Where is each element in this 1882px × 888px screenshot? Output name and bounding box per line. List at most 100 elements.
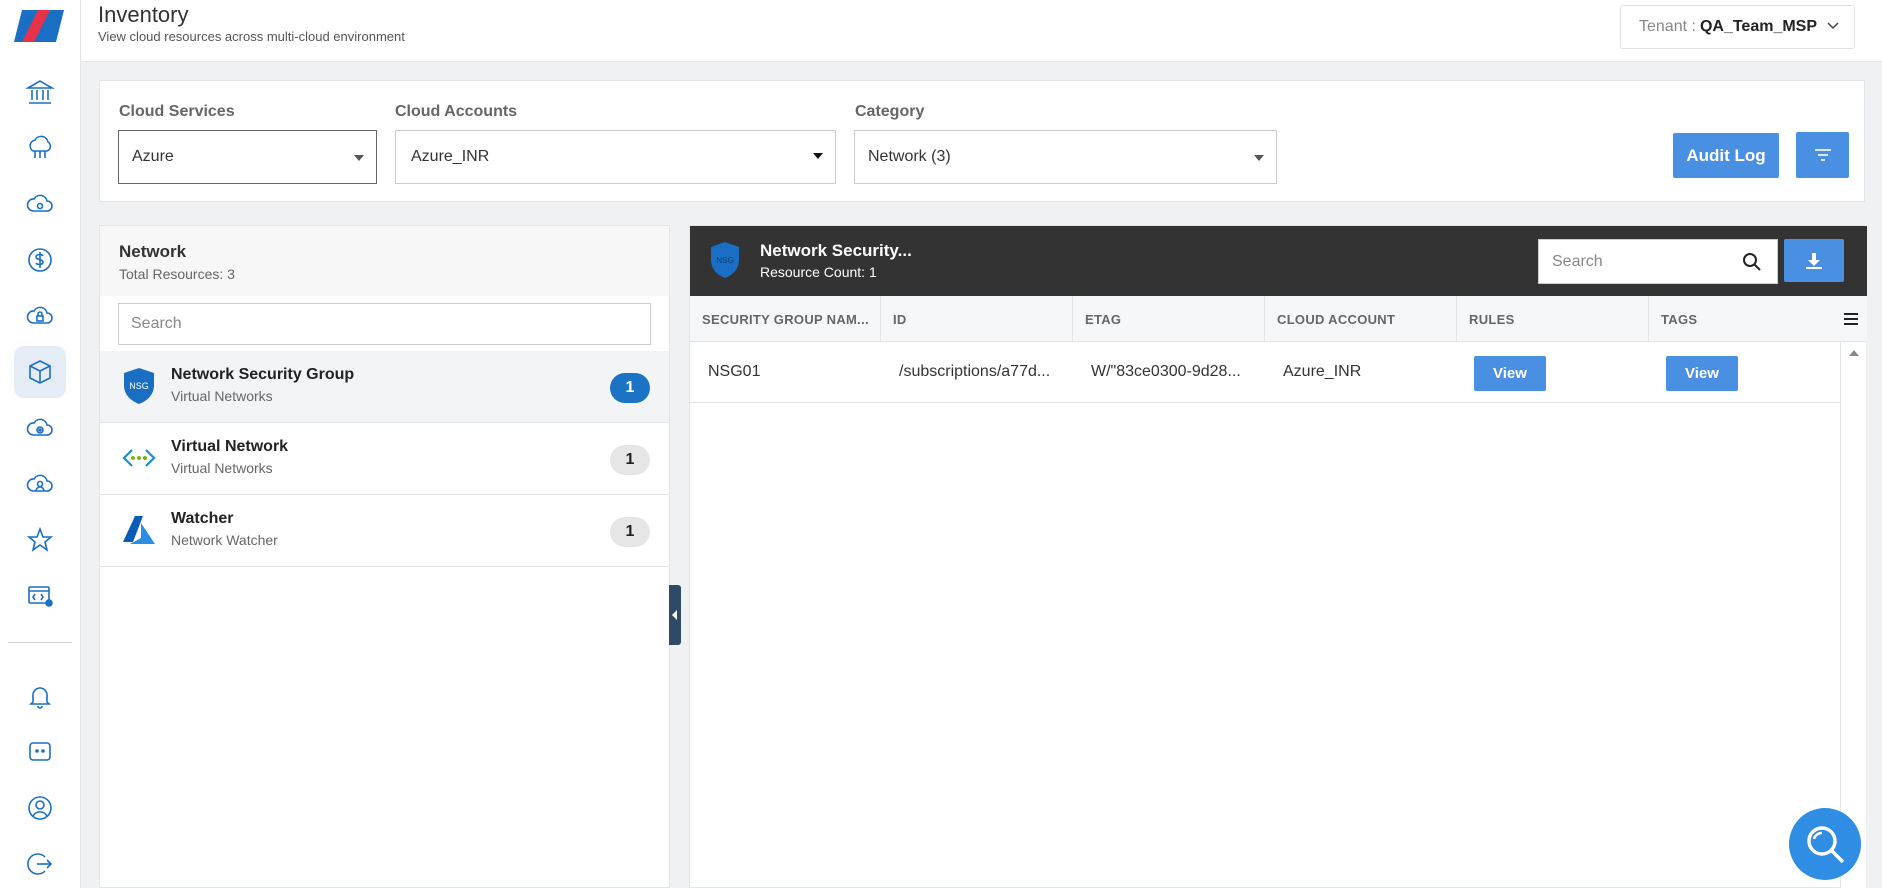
table-header: SECURITY GROUP NAM... ID ETAG CLOUD ACCO… <box>690 296 1867 342</box>
cell-name: NSG01 <box>708 363 761 380</box>
view-rules-button[interactable]: View <box>1474 356 1546 391</box>
audit-log-button[interactable]: Audit Log <box>1673 133 1779 178</box>
category-label: Category <box>855 103 925 120</box>
nav-cloud[interactable] <box>14 178 66 230</box>
cloud-accounts-select[interactable]: Azure_INR <box>395 130 836 184</box>
resource-name: Virtual Network <box>171 438 289 455</box>
scroll-up-arrow-icon[interactable] <box>1849 350 1859 356</box>
cloud-services-value: Azure <box>132 148 174 165</box>
cloud-lock-icon <box>26 306 53 324</box>
nav-cloud-users[interactable] <box>14 458 66 510</box>
nav-notifications[interactable] <box>14 670 66 722</box>
table-row[interactable]: NSG01 /subscriptions/a77d... W/"83ce0300… <box>690 342 1840 403</box>
nav-cloud-settings[interactable] <box>14 402 66 454</box>
column-header[interactable]: ETAG <box>1073 296 1265 342</box>
column-header[interactable]: SECURITY GROUP NAM... <box>690 296 881 342</box>
chevron-down-icon <box>1827 22 1839 30</box>
resource-detail-title: Network Security... <box>760 241 912 260</box>
resource-item-vnet[interactable]: Virtual Network Virtual Networks 1 <box>100 423 669 495</box>
resource-detail-panel: NSG Network Security... Resource Count: … <box>689 225 1867 888</box>
resource-category: Virtual Networks <box>171 388 273 404</box>
resource-count: Resource Count: 1 <box>760 264 877 280</box>
cloud-network-icon <box>29 135 52 158</box>
cloud-accounts-label: Cloud Accounts <box>395 103 518 120</box>
category-value: Network (3) <box>868 148 951 165</box>
filter-panel: Cloud Services Azure Cloud Accounts Azur… <box>99 80 1865 202</box>
logo-icon[interactable] <box>10 8 68 44</box>
nav-cost[interactable] <box>14 234 66 286</box>
nav-logout[interactable] <box>14 838 66 888</box>
resource-type-header: Network Total Resources: 3 <box>100 226 669 296</box>
nav-profile[interactable] <box>14 782 66 834</box>
view-tags-button[interactable]: View <box>1666 356 1738 391</box>
page-subtitle: View cloud resources across multi-cloud … <box>98 29 405 44</box>
resource-category: Network Watcher <box>171 532 278 548</box>
download-button[interactable] <box>1784 239 1844 282</box>
nav-bank[interactable] <box>14 66 66 118</box>
cloud-user-icon <box>26 474 53 492</box>
nsg-shield-icon: NSG <box>124 368 154 404</box>
sidebar-divider <box>8 642 72 643</box>
column-header[interactable]: ID <box>881 296 1073 342</box>
resource-item-nsg[interactable]: NSG Network Security Group Virtual Netwo… <box>100 351 669 423</box>
user-circle-icon <box>28 796 52 820</box>
search-icon <box>1807 826 1845 864</box>
logout-icon <box>27 853 53 875</box>
nav-cloud-security[interactable] <box>14 290 66 342</box>
vertical-scrollbar[interactable] <box>1840 342 1866 888</box>
page-header: Inventory View cloud resources across mu… <box>81 0 1882 62</box>
resource-name: Network Security Group <box>171 366 355 383</box>
column-header[interactable]: RULES <box>1457 296 1649 342</box>
cell-account: Azure_INR <box>1283 363 1362 380</box>
filter-icon <box>1814 149 1831 161</box>
resource-count-badge: 1 <box>610 445 650 475</box>
nav-chat[interactable] <box>14 726 66 778</box>
resource-count-badge: 1 <box>610 517 650 547</box>
column-header[interactable]: TAGS <box>1649 296 1840 342</box>
tenant-selector[interactable]: Tenant : QA_Team_MSP <box>1620 5 1855 49</box>
resource-item-watcher[interactable]: Watcher Network Watcher 1 <box>100 495 669 567</box>
svg-text:NSG: NSG <box>129 381 149 391</box>
column-menu-icon[interactable] <box>1843 311 1859 327</box>
cloud-icon <box>26 194 53 212</box>
cloud-accounts-value: Azure_INR <box>411 148 490 165</box>
download-icon <box>1806 252 1822 269</box>
total-resources: Total Resources: 3 <box>119 266 235 282</box>
page-title: Inventory <box>98 2 189 27</box>
resource-category: Virtual Networks <box>171 460 273 476</box>
search-icon[interactable] <box>1742 252 1762 272</box>
category-select[interactable]: Network (3) <box>854 130 1277 184</box>
nav-inventory[interactable] <box>14 346 66 398</box>
star-icon <box>26 526 54 552</box>
resource-name: Watcher <box>171 510 234 527</box>
tenant-value: QA_Team_MSP <box>1699 18 1818 35</box>
dollar-icon <box>28 248 52 272</box>
caret-down-icon <box>1254 155 1264 161</box>
svg-text:NSG: NSG <box>716 256 733 265</box>
cell-id: /subscriptions/a77d... <box>899 363 1051 380</box>
cell-etag: W/"83ce0300-9d28... <box>1091 363 1241 380</box>
column-header[interactable]: CLOUD ACCOUNT <box>1265 296 1457 342</box>
cloud-services-label: Cloud Services <box>119 103 235 120</box>
cloud-services-select[interactable]: Azure <box>118 130 377 184</box>
caret-down-icon <box>354 155 364 161</box>
tenant-label: Tenant : <box>1639 18 1696 35</box>
resource-group-title: Network <box>119 242 187 261</box>
resource-detail-header: NSG Network Security... Resource Count: … <box>690 226 1867 296</box>
cube-icon <box>29 360 51 384</box>
nav-favorites[interactable] <box>14 514 66 566</box>
nav-cloud-network[interactable] <box>14 122 66 174</box>
filter-button[interactable] <box>1796 132 1849 178</box>
bell-icon <box>29 687 51 709</box>
resource-count-badge: 1 <box>610 373 650 403</box>
cloud-gear-icon <box>26 418 53 436</box>
bank-icon <box>25 80 55 104</box>
collapse-panel-handle[interactable] <box>669 585 681 645</box>
sidebar <box>0 0 81 888</box>
nav-code-settings[interactable] <box>14 570 66 622</box>
help-search-button[interactable] <box>1789 808 1861 880</box>
resource-search-input[interactable] <box>118 303 651 345</box>
nsg-shield-icon: NSG <box>711 242 739 278</box>
vnet-icon <box>122 449 156 467</box>
code-settings-icon <box>28 586 53 607</box>
